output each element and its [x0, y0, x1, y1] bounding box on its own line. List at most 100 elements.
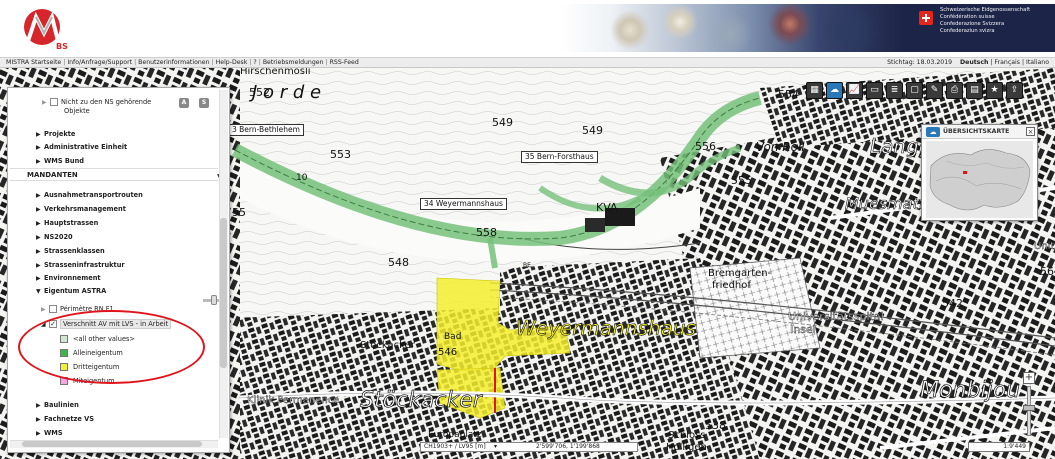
map-label-holligen: Holligen: [666, 442, 707, 453]
confed-line-rm: Confederaziun svizra: [940, 28, 995, 34]
vertical-scrollbar-thumb[interactable]: [220, 218, 227, 368]
map-label-monbijou: Monbijou: [920, 378, 1021, 404]
horizontal-scrollbar-thumb[interactable]: [22, 441, 202, 447]
layer-group-strasseninfrastruktur[interactable]: ▶ Strasseninfrastruktur: [36, 261, 125, 270]
caret-right-icon[interactable]: ▶: [36, 401, 44, 410]
zoom-slider-handle[interactable]: [1023, 405, 1035, 411]
layer-group-ns2020[interactable]: ▶ NS2020: [36, 233, 73, 242]
document-icon[interactable]: ▤: [966, 82, 983, 99]
map-label-bremgarten: Bremgarten-: [708, 268, 772, 279]
caret-right-icon[interactable]: ▶: [36, 415, 44, 424]
layer-item-ns-objekte[interactable]: ▶ Nicht zu den NS gehörende: [42, 98, 151, 107]
menu-link-startseite[interactable]: MISTRA Startseite: [6, 59, 61, 66]
caret-right-icon[interactable]: ▶: [36, 233, 44, 242]
lang-it[interactable]: Italiano: [1026, 59, 1049, 66]
lang-fr[interactable]: Français: [994, 59, 1020, 66]
elevation-label: 558: [476, 226, 497, 239]
close-icon[interactable]: ×: [1026, 127, 1035, 136]
list-icon[interactable]: ≣: [886, 82, 903, 99]
caret-right-icon[interactable]: ▶: [42, 98, 50, 107]
zoom-in-button[interactable]: +: [1023, 372, 1035, 384]
menu-link-support[interactable]: Info/Anfrage/Support: [67, 59, 132, 66]
elevation-label: 554: [778, 88, 799, 101]
caret-right-icon[interactable]: ▶: [36, 429, 44, 438]
menu-link-rss[interactable]: RSS-Feed: [330, 59, 359, 66]
menu-bar: MISTRA Startseite | Info/Anfrage/Support | B…: [0, 57, 1055, 68]
map-label-hirschenmoos: Hirschenmösli: [240, 68, 311, 77]
map-tag-weyermannshaus-exit[interactable]: 34 Weyermannshaus: [420, 198, 507, 210]
layer-group-environnement[interactable]: ▶ Environnement: [36, 274, 101, 283]
confederation-text: Schweizerische Eidgenossenschaft Confédé…: [940, 7, 1030, 35]
elevation-label: 556: [695, 140, 716, 153]
map-label-be: BE: [523, 262, 531, 269]
lang-de[interactable]: Deutsch: [960, 59, 988, 66]
map-label-europaplatz: Europaplatz: [428, 430, 482, 440]
comment-icon[interactable]: ▢: [906, 82, 923, 99]
layer-group-eigentum-astra[interactable]: ▼ Eigentum ASTRA: [36, 287, 106, 296]
caret-right-icon[interactable]: ▶: [36, 247, 44, 256]
map-tag-bern-forsthaus[interactable]: 35 Bern-Forsthaus: [521, 151, 598, 163]
confed-line-it: Confederazione Svizzera: [940, 21, 1005, 27]
layer-group-strassenklassen[interactable]: ▶ Strassenklassen: [36, 247, 105, 256]
layer-group-hauptstrassen[interactable]: ▶ Hauptstrassen: [36, 219, 98, 228]
caret-down-icon[interactable]: ▼: [36, 287, 44, 296]
layer-group-verkehrsmanagement[interactable]: ▶ Verkehrsmanagement: [36, 205, 126, 214]
map-label-stockacker-small: Stöckacker: [360, 340, 415, 351]
checkbox[interactable]: [49, 305, 57, 313]
overview-map-panel[interactable]: ÜBERSICHTSKARTE ☁ ×: [921, 124, 1038, 221]
layer-group-fachnetze-vs[interactable]: ▶ Fachnetze VS: [36, 415, 94, 424]
caret-right-icon[interactable]: ▶: [36, 157, 44, 166]
caret-right-icon[interactable]: ▶: [36, 191, 44, 200]
caret-right-icon[interactable]: ▶: [36, 130, 44, 139]
map-label-von-roll: Von Roll: [756, 140, 805, 154]
elevation-label: 55: [232, 206, 246, 219]
map-label-muesmatt: Muesmatt: [845, 194, 926, 214]
edit-icon[interactable]: ✎: [926, 82, 943, 99]
layers-icon[interactable]: ▦: [806, 82, 823, 99]
cloud-icon[interactable]: ☁: [826, 82, 843, 99]
layer-group-wms[interactable]: ▶ WMS: [36, 429, 63, 438]
zoom-slider[interactable]: [1027, 386, 1031, 436]
crs-select[interactable]: CH1903+ / LV95 [m]: [424, 443, 486, 451]
layer-group-projekte[interactable]: ▶ Projekte: [36, 130, 75, 139]
menu-link-betriebsmeldungen[interactable]: Betriebsmeldungen: [263, 59, 324, 66]
layer-group-admin[interactable]: ▶ Administrative Einheit: [36, 143, 127, 152]
coordinate-bar: CH1903+ / LV95 [m] ▾ 2'599'706, 1'199'86…: [420, 442, 638, 452]
star-icon[interactable]: ★: [986, 82, 1003, 99]
menu-link-helpdesk[interactable]: Help-Desk: [216, 59, 248, 66]
layer-a-button[interactable]: A: [179, 98, 189, 108]
elevation-label: 546: [438, 347, 458, 358]
layer-group-baulinien[interactable]: ▶ Baulinien: [36, 401, 79, 410]
layer-s-button[interactable]: S: [199, 98, 209, 108]
print-icon[interactable]: ⎙: [946, 82, 963, 99]
chart-icon[interactable]: 📈: [846, 82, 863, 99]
menu-link-benutzerinfo[interactable]: Benutzerinformationen: [138, 59, 209, 66]
caret-right-icon[interactable]: ▶: [36, 261, 44, 270]
opacity-slider-handle[interactable]: [211, 295, 217, 305]
caret-right-icon[interactable]: ▶: [41, 305, 49, 314]
menu-links: MISTRA Startseite | Info/Anfrage/Support | B…: [6, 59, 359, 66]
caret-right-icon[interactable]: ▶: [36, 143, 44, 152]
chevron-down-icon[interactable]: ▾: [494, 443, 497, 451]
caret-right-icon[interactable]: ▶: [36, 219, 44, 228]
mistra-gis-app: BS Schweizerische Eidgenossenschaft Conf…: [0, 0, 1055, 459]
caret-right-icon[interactable]: ▶: [36, 274, 44, 283]
caret-right-icon[interactable]: ▶: [36, 205, 44, 214]
overview-map-image[interactable]: [926, 141, 1033, 218]
layer-group-ausnahmetransport[interactable]: ▶ Ausnahmetransportrouten: [36, 191, 143, 200]
swiss-cross-icon: [919, 11, 933, 25]
window-icon[interactable]: ▭: [866, 82, 883, 99]
menu-link-help[interactable]: ?: [253, 59, 256, 66]
checkbox[interactable]: [50, 98, 58, 106]
map-label-universitaetsspital: Universitätsspital: [788, 310, 884, 323]
mistra-logo[interactable]: BS: [22, 5, 68, 51]
map-label-schloss: Schloss: [668, 430, 706, 441]
map-toolbar: ▦ ☁ 📈 ▭ ≣ ▢ ✎ ⎙ ▤ ★ ⇪: [806, 82, 1026, 104]
map-tag-bern-bethlehem[interactable]: 3 Bern-Bethlehem: [228, 124, 304, 136]
stichtag-label[interactable]: Stichtag: 18.03.2019: [887, 59, 952, 66]
cloud-upload-icon[interactable]: ⇪: [1006, 82, 1023, 99]
section-header-mandanten[interactable]: MANDANTEN: [10, 168, 218, 181]
layer-group-wms-bund[interactable]: ▶ WMS Bund: [36, 157, 84, 166]
confed-line-de: Schweizerische Eidgenossenschaft: [940, 7, 1031, 13]
elevation-label: 10: [296, 173, 308, 183]
